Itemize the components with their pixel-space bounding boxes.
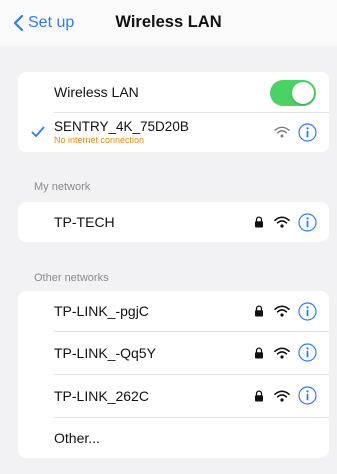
network-icons [254, 331, 317, 374]
wifi-icon [274, 305, 290, 317]
connected-network-name: SENTRY_4K_75D20B [54, 119, 189, 134]
my-network-group: TP-TECH [18, 202, 329, 242]
connection-status: No internet connection [54, 135, 145, 145]
network-row[interactable]: TP-LINK_262C [18, 374, 329, 417]
network-name: TP-LINK_-pgjC [54, 303, 149, 319]
connected-network-text: SENTRY_4K_75D20B No internet connection [54, 119, 189, 145]
network-row-tp-tech[interactable]: TP-TECH [18, 202, 329, 242]
wifi-icon [274, 126, 290, 138]
my-network-header: My network [34, 181, 91, 193]
network-name: TP-LINK_262C [54, 387, 149, 404]
checkmark-icon [31, 126, 45, 137]
info-icon[interactable] [298, 212, 317, 232]
info-icon[interactable] [298, 122, 317, 142]
wifi-icon [274, 390, 290, 402]
info-icon[interactable] [298, 343, 317, 362]
network-row[interactable]: TP-LINK_-Qq5Y [18, 331, 329, 374]
wlan-toggle-switch[interactable] [270, 80, 316, 106]
navigation-bar: Set up Wireless LAN [0, 0, 337, 46]
wlan-toggle-label: Wireless LAN [54, 84, 139, 100]
network-icons [254, 291, 317, 331]
toggle-knob [292, 82, 314, 104]
network-icons [254, 202, 317, 242]
settings-content: Wireless LAN SENTRY_4K_75D20B No interne… [0, 46, 337, 474]
lock-icon [255, 389, 263, 401]
network-name: TP-LINK_-Qq5Y [54, 344, 156, 361]
other-networks-group: TP-LINK_-pgjC TP-LINK_-Qq5Y TP-LINK_262C… [18, 291, 329, 458]
wifi-icon [274, 347, 290, 359]
connected-network-icons [274, 112, 317, 152]
lock-icon [255, 216, 263, 228]
info-icon[interactable] [298, 301, 317, 321]
lock-icon [255, 305, 263, 317]
wifi-icon [274, 216, 290, 228]
info-icon[interactable] [298, 386, 317, 405]
wlan-group: Wireless LAN SENTRY_4K_75D20B No interne… [18, 72, 329, 152]
other-network-label: Other... [54, 429, 100, 446]
network-row[interactable]: TP-LINK_-pgjC [18, 291, 329, 331]
network-name: TP-TECH [54, 214, 115, 230]
page-title: Wireless LAN [115, 13, 222, 31]
other-networks-header: Other networks [34, 272, 109, 284]
network-icons [254, 374, 317, 417]
other-network-row[interactable]: Other... [18, 417, 329, 458]
connected-network-row[interactable]: SENTRY_4K_75D20B No internet connection [18, 112, 329, 152]
wlan-toggle-row: Wireless LAN [18, 72, 329, 112]
lock-icon [255, 346, 263, 358]
